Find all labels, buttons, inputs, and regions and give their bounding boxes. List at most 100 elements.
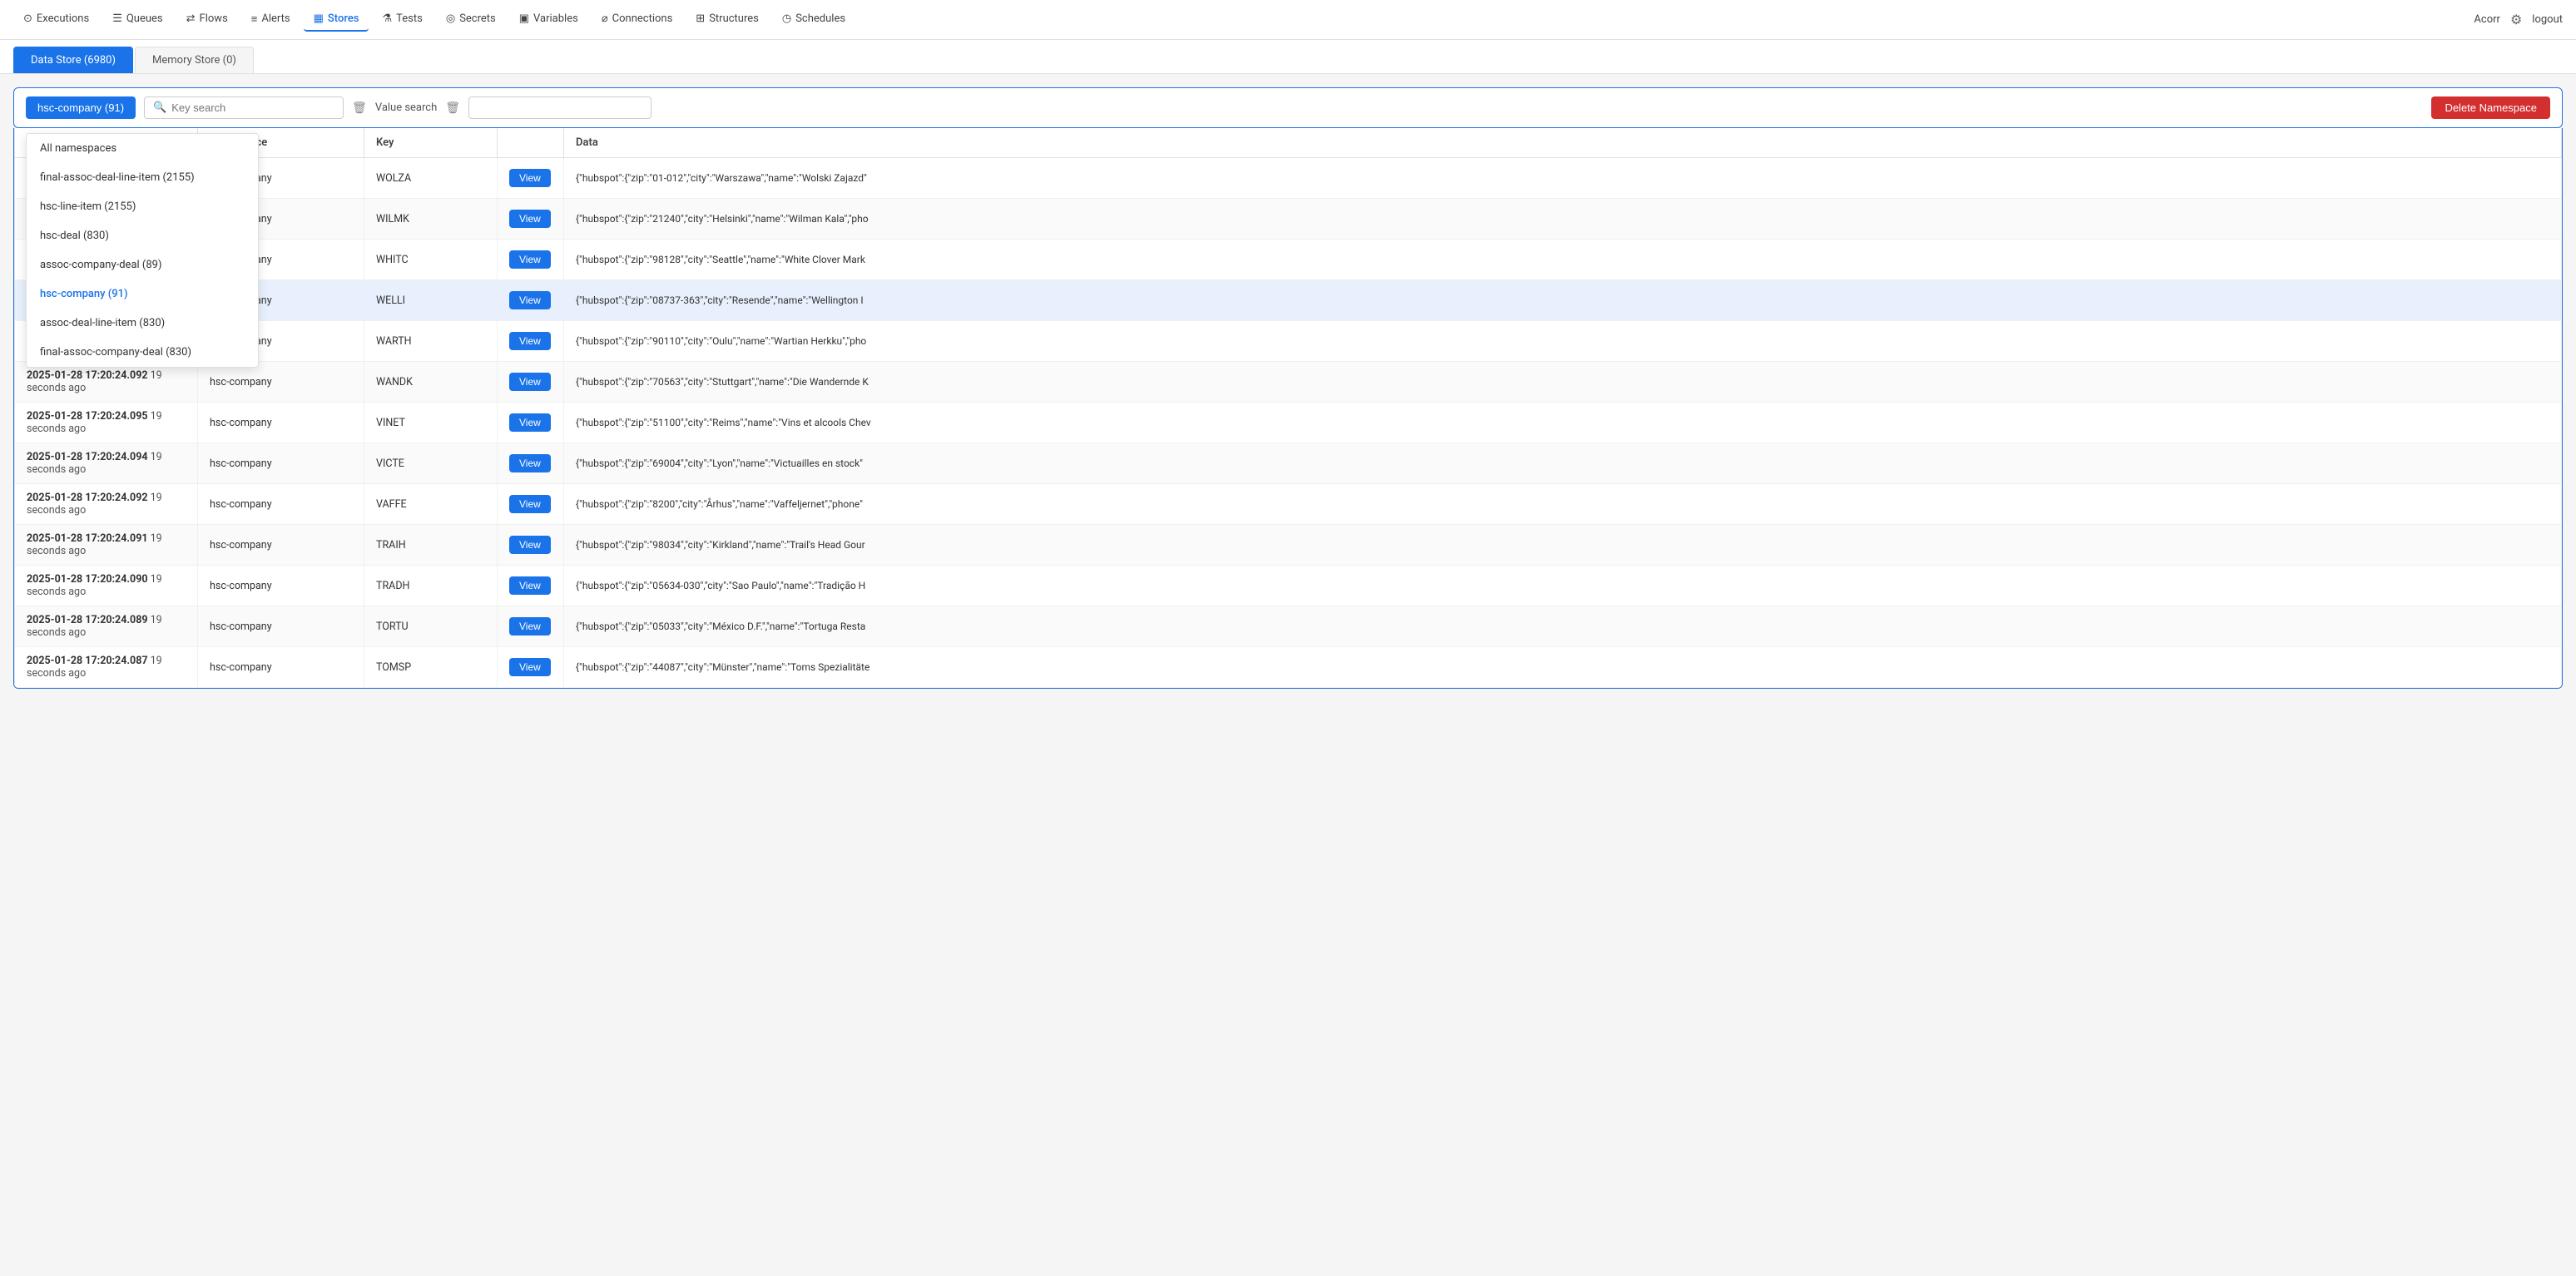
dropdown-item[interactable]: assoc-company-deal (89): [27, 250, 258, 279]
view-button[interactable]: View: [509, 373, 551, 391]
logout-button[interactable]: logout: [2532, 13, 2563, 26]
view-button[interactable]: View: [509, 495, 551, 513]
view-button[interactable]: View: [509, 576, 551, 595]
cell-view: View: [498, 321, 564, 362]
nav-label: Tests: [396, 12, 423, 25]
cell-view: View: [498, 362, 564, 403]
view-button[interactable]: View: [509, 210, 551, 228]
value-search-input[interactable]: [468, 96, 651, 119]
cell-key: WELLI: [364, 280, 498, 321]
nav-label: Stores: [328, 12, 359, 25]
nav-item-structures[interactable]: ⊞Structures: [686, 7, 769, 32]
cell-namespace: hsc-company: [198, 443, 364, 484]
view-button[interactable]: View: [509, 169, 551, 187]
dropdown-item[interactable]: hsc-company (91): [27, 279, 258, 309]
nav-icon: ☰: [112, 12, 122, 25]
cell-data: {"hubspot":{"zip":"44087","city":"Münste…: [564, 647, 2562, 688]
nav-icon: ▦: [314, 12, 324, 25]
nav-item-variables[interactable]: ▣Variables: [509, 7, 588, 32]
cell-view: View: [498, 566, 564, 606]
cell-view: View: [498, 647, 564, 688]
cell-key: VAFFE: [364, 484, 498, 525]
cell-view: View: [498, 280, 564, 321]
cell-view: View: [498, 199, 564, 240]
cell-view: View: [498, 403, 564, 443]
cell-key: WANDK: [364, 362, 498, 403]
view-button[interactable]: View: [509, 291, 551, 309]
namespace-button[interactable]: hsc-company (91): [26, 96, 136, 119]
nav-icon: ⊙: [23, 12, 32, 25]
nav-item-queues[interactable]: ☰Queues: [102, 7, 172, 32]
cell-data: {"hubspot":{"zip":"05033","city":"México…: [564, 606, 2562, 647]
key-search-wrapper: 🔍: [144, 96, 344, 119]
nav-item-flows[interactable]: ⇄Flows: [176, 7, 238, 32]
table-row: 2025-01-28 17:20:24.096 19 seconds ago h…: [15, 199, 2562, 240]
dropdown-item[interactable]: final-assoc-deal-line-item (2155): [27, 163, 258, 192]
table-row: 2025-01-28 17:20:24.094 19 seconds ago h…: [15, 280, 2562, 321]
timestamp-value: 2025-01-28 17:20:24.087: [27, 655, 148, 667]
view-button[interactable]: View: [509, 250, 551, 269]
value-search-clear-icon[interactable]: 🗑: [445, 101, 460, 115]
cell-key: TRAIH: [364, 525, 498, 566]
cell-view: View: [498, 606, 564, 647]
dropdown-item[interactable]: All namespaces: [27, 134, 258, 163]
timestamp-value: 2025-01-28 17:20:24.092: [27, 492, 148, 504]
cell-data: {"hubspot":{"zip":"98128","city":"Seattl…: [564, 240, 2562, 280]
view-button[interactable]: View: [509, 617, 551, 636]
cell-key: TRADH: [364, 566, 498, 606]
table-row: 2025-01-28 17:20:24.095 19 seconds ago h…: [15, 403, 2562, 443]
dropdown-item[interactable]: final-assoc-company-deal (830): [27, 338, 258, 367]
timestamp-value: 2025-01-28 17:20:24.092: [27, 369, 148, 382]
data-value: {"hubspot":{"zip":"69004","city":"Lyon",…: [576, 457, 863, 469]
nav-item-alerts[interactable]: ≡Alerts: [241, 7, 300, 32]
nav-item-tests[interactable]: ⚗Tests: [372, 7, 432, 32]
nav-item-schedules[interactable]: ◷Schedules: [772, 7, 855, 32]
nav-item-connections[interactable]: ⌀Connections: [592, 7, 682, 32]
data-value: {"hubspot":{"zip":"01-012","city":"Warsz…: [576, 172, 867, 184]
view-button[interactable]: View: [509, 536, 551, 554]
cell-key: WILMK: [364, 199, 498, 240]
view-button[interactable]: View: [509, 413, 551, 432]
nav-label: Variables: [533, 12, 578, 25]
key-search-clear-icon[interactable]: 🗑: [352, 101, 367, 115]
cell-data: {"hubspot":{"zip":"51100","city":"Reims"…: [564, 403, 2562, 443]
data-value: {"hubspot":{"zip":"70563","city":"Stuttg…: [576, 376, 869, 388]
cell-data: {"hubspot":{"zip":"05634-030","city":"Sa…: [564, 566, 2562, 606]
cell-timestamp: 2025-01-28 17:20:24.094 19 seconds ago: [15, 443, 198, 484]
settings-icon[interactable]: ⚙: [2510, 12, 2522, 27]
cell-namespace: hsc-company: [198, 403, 364, 443]
delete-namespace-button[interactable]: Delete Namespace: [2431, 96, 2550, 119]
view-button[interactable]: View: [509, 332, 551, 350]
data-value: {"hubspot":{"zip":"98128","city":"Seattl…: [576, 254, 865, 265]
timestamp-value: 2025-01-28 17:20:24.095: [27, 410, 148, 423]
dropdown-item[interactable]: hsc-line-item (2155): [27, 192, 258, 221]
dropdown-item[interactable]: assoc-deal-line-item (830): [27, 309, 258, 338]
data-value: {"hubspot":{"zip":"98034","city":"Kirkla…: [576, 539, 865, 551]
cell-namespace: hsc-company: [198, 525, 364, 566]
cell-key: VICTE: [364, 443, 498, 484]
data-table: Namespace Key Data 2025-01-28 17:20:24.0…: [14, 128, 2562, 688]
key-search-input[interactable]: [171, 101, 305, 114]
cell-timestamp: 2025-01-28 17:20:24.091 19 seconds ago: [15, 525, 198, 566]
user-label: Acorr: [2474, 13, 2500, 26]
nav-item-stores[interactable]: ▦ Stores: [304, 7, 369, 32]
nav-item-executions[interactable]: ⊙Executions: [13, 7, 99, 32]
cell-data: {"hubspot":{"zip":"70563","city":"Stuttg…: [564, 362, 2562, 403]
table-row: 2025-01-28 17:20:24.092 19 seconds ago h…: [15, 362, 2562, 403]
view-button[interactable]: View: [509, 454, 551, 472]
data-value: {"hubspot":{"zip":"08737-363","city":"Re…: [576, 294, 864, 306]
cell-key: WARTH: [364, 321, 498, 362]
nav-icon: ≡: [251, 12, 258, 26]
top-navigation: ⊙Executions☰Queues⇄Flows≡Alerts ▦ Stores ⚗T…: [0, 0, 2576, 40]
table-row: 2025-01-28 17:20:24.094 19 seconds ago h…: [15, 443, 2562, 484]
dropdown-item[interactable]: hsc-deal (830): [27, 221, 258, 250]
cell-data: {"hubspot":{"zip":"98034","city":"Kirkla…: [564, 525, 2562, 566]
tab-memory[interactable]: Memory Store (0): [135, 47, 254, 73]
col-data: Data: [564, 128, 2562, 158]
nav-item-secrets[interactable]: ◎Secrets: [436, 7, 506, 32]
view-button[interactable]: View: [509, 658, 551, 676]
tab-data[interactable]: Data Store (6980): [13, 47, 133, 73]
col-action: [498, 128, 564, 158]
cell-data: {"hubspot":{"zip":"01-012","city":"Warsz…: [564, 158, 2562, 199]
cell-namespace: hsc-company: [198, 566, 364, 606]
